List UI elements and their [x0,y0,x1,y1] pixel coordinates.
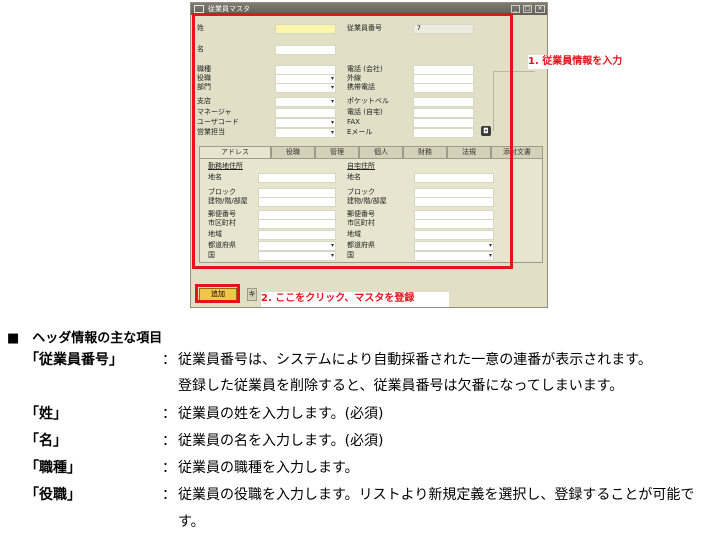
desc-employee-no-line1: 従業員番号は、システムにより自動採番された一意の連番が表示されます。 [178,352,652,368]
desc-position-line1: 従業員の役職を入力します。リストより新規定義を選択し、登録することが可能で [178,487,695,503]
term-position: 「役職」 [25,487,81,503]
window-icon [194,5,204,13]
colon: ： [162,352,176,368]
colon: ： [162,460,176,476]
desc-last-name: 従業員の姓を入力します。(必須) [178,406,384,422]
cancel-button[interactable]: キ [247,288,257,301]
term-last-name: 「姓」 [25,406,67,422]
step1-callout: 1. 従業員情報を入力 [528,55,648,69]
section-heading: ■ ヘッダ情報の主な項目 [7,331,163,346]
input-area-highlight [192,13,513,269]
term-first-name: 「名」 [25,433,67,449]
step2-callout: 2. ここをクリック、マスタを登録 [261,292,449,307]
term-employee-no: 「従業員番号」 [25,352,123,368]
term-job-title: 「職種」 [25,460,81,476]
close-icon[interactable]: × [535,5,545,13]
desc-job-title: 従業員の職種を入力します。 [178,460,359,476]
desc-employee-no-line2: 登録した従業員を削除すると、従業員番号は欠番になってしまいます。 [178,378,624,394]
desc-position-line2: す。 [178,514,205,530]
minimize-icon[interactable]: _ [511,5,520,13]
add-button-highlight [195,284,240,303]
colon: ： [162,406,176,422]
maximize-icon[interactable]: □ [523,5,532,13]
colon: ： [162,433,176,449]
colon: ： [162,487,176,503]
desc-first-name: 従業員の名を入力します。(必須) [178,433,384,449]
